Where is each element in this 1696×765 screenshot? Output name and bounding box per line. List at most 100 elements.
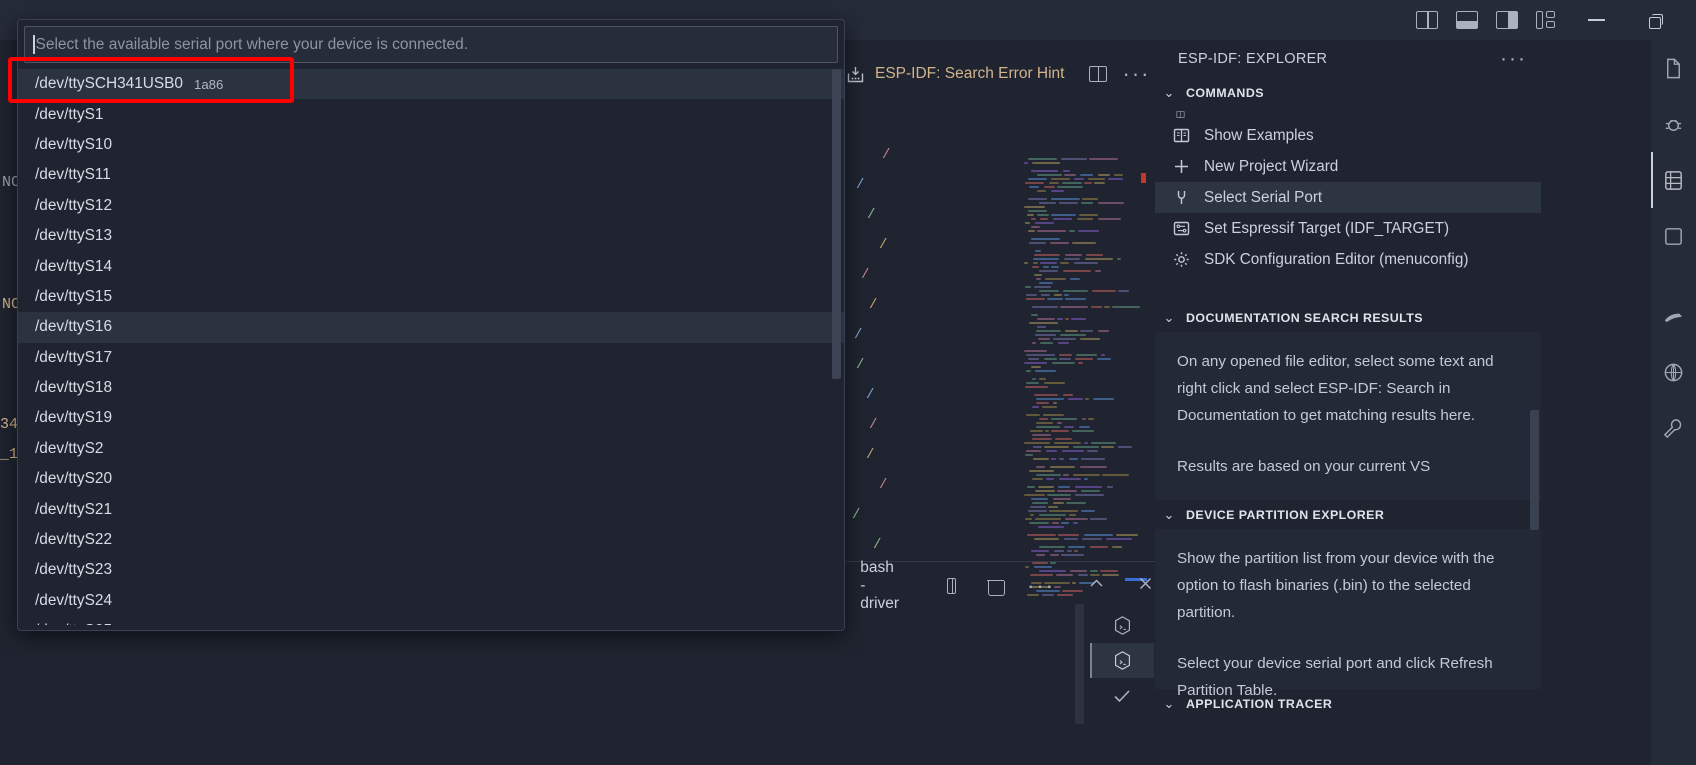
quick-pick-item-6[interactable]: /dev/ttyS14	[18, 251, 844, 281]
quick-pick-item-3[interactable]: /dev/ttyS11	[18, 160, 844, 190]
command-label: Set Espressif Target (IDF_TARGET)	[1204, 219, 1450, 237]
chevron-down-icon: ⌄	[1163, 84, 1175, 100]
maximize-panel-icon[interactable]	[1087, 574, 1106, 598]
command-show-examples[interactable]: Show Examples	[1155, 120, 1541, 151]
port-label: /dev/ttySCH341USB0	[35, 75, 183, 93]
activity-source-control-icon[interactable]	[1651, 152, 1696, 208]
quick-pick-item-7[interactable]: /dev/ttyS15	[18, 282, 844, 312]
port-label: /dev/ttyS23	[35, 561, 112, 579]
activity-explorer-icon[interactable]	[1651, 40, 1696, 96]
chevron-down-icon: ⌄	[1163, 506, 1175, 522]
port-label: /dev/ttyS16	[35, 318, 112, 336]
port-label: /dev/ttyS19	[35, 409, 112, 427]
panel-more-actions-icon[interactable]: ···	[1500, 48, 1527, 69]
terminal-tab-label[interactable]: bash - driver	[860, 559, 899, 613]
vscode-window: NC NC 34 _1 ); ); //////////////	[0, 0, 1696, 765]
terminal-list-item-2[interactable]	[1090, 643, 1154, 678]
split-terminal-icon[interactable]	[947, 578, 957, 594]
toggle-panel-icon[interactable]	[1456, 11, 1478, 29]
command-sdk-configuration-editor[interactable]: SDK Configuration Editor (menuconfig)	[1155, 244, 1541, 275]
terminal-scrollbar[interactable]	[1075, 604, 1084, 724]
editor-minimap[interactable]	[1022, 158, 1147, 598]
quick-pick-item-9[interactable]: /dev/ttyS17	[18, 343, 844, 373]
layout-controls	[1416, 11, 1558, 29]
chevron-down-icon: ⌄	[1163, 695, 1175, 711]
quick-pick-item-5[interactable]: /dev/ttyS13	[18, 221, 844, 251]
save-download-icon	[846, 65, 865, 84]
minimap-error-marker	[1141, 173, 1146, 183]
quick-pick-item-15[interactable]: /dev/ttyS22	[18, 525, 844, 555]
command-select-serial-port[interactable]: Select Serial Port	[1155, 182, 1541, 213]
kill-terminal-icon[interactable]	[987, 578, 1005, 596]
documentation-paragraph: Results are based on your current VS	[1177, 458, 1431, 475]
command-new-project-wizard[interactable]: New Project Wizard	[1155, 151, 1541, 182]
section-header-documentation-search-results[interactable]: ⌄ DOCUMENTATION SEARCH RESULTS	[1155, 303, 1541, 332]
command-label: New Project Wizard	[1204, 157, 1339, 175]
port-label: /dev/ttyS24	[35, 591, 112, 609]
terminal-more-actions-icon[interactable]: ···	[1027, 575, 1055, 597]
minimize-button[interactable]	[1588, 19, 1605, 21]
editor-tab-search-error-hint[interactable]: ESP-IDF: Search Error Hint	[836, 56, 1075, 92]
quick-pick-item-0[interactable]: /dev/ttySCH341USB0 1a86	[18, 69, 844, 100]
activity-bar	[1651, 40, 1696, 765]
quick-pick-input[interactable]: Select the available serial port where y…	[24, 26, 838, 63]
device-partition-explorer-body: Show the partition list from your device…	[1155, 529, 1541, 699]
quick-pick-item-16[interactable]: /dev/ttyS23	[18, 555, 844, 585]
commands-list: Show Examples New Project Wizard Select …	[1155, 107, 1541, 303]
quick-pick-item-1[interactable]: /dev/ttyS1	[18, 99, 844, 129]
port-label: /dev/ttyS17	[35, 348, 112, 366]
activity-debug-icon[interactable]	[1651, 96, 1696, 152]
quick-pick-item-8[interactable]: /dev/ttyS16	[18, 312, 844, 343]
port-label: /dev/ttyS22	[35, 531, 112, 549]
quick-pick-dialog: Select the available serial port where y…	[17, 19, 845, 631]
editor-tab-bar: ESP-IDF: Search Error Hint ···	[836, 56, 1155, 92]
section-header-commands[interactable]: ⌄ COMMANDS	[1155, 78, 1541, 107]
documentation-paragraph: On any opened file editor, select some t…	[1177, 353, 1494, 424]
activity-espressif-icon[interactable]	[1651, 288, 1696, 344]
quick-pick-scrollbar[interactable]	[832, 69, 841, 379]
quick-pick-item-12[interactable]: /dev/ttyS2	[18, 434, 844, 464]
quick-pick-item-14[interactable]: /dev/ttyS21	[18, 494, 844, 524]
split-editor-icon[interactable]	[1088, 66, 1107, 82]
port-meta: 1a86	[194, 76, 224, 92]
quick-pick-item-10[interactable]: /dev/ttyS18	[18, 373, 844, 403]
text-caret	[33, 35, 35, 54]
activity-extensions-icon[interactable]	[1651, 208, 1696, 264]
activity-tools-icon[interactable]	[1651, 400, 1696, 456]
quick-pick-item-4[interactable]: /dev/ttyS12	[18, 191, 844, 221]
chevron-down-icon: ⌄	[1163, 309, 1175, 325]
gear-icon	[1171, 249, 1192, 270]
terminal-list-item-3[interactable]	[1090, 678, 1154, 713]
panel-scrollbar[interactable]	[1530, 410, 1539, 530]
customize-layout-icon[interactable]	[1536, 11, 1558, 29]
commands-scrolled-item-partial-bottom[interactable]	[1155, 275, 1541, 284]
esp-idf-explorer-panel: ESP-IDF: EXPLORER ··· ⌄ COMMANDS Show Ex…	[1155, 40, 1541, 765]
commands-scrolled-item-partial[interactable]	[1155, 108, 1541, 120]
close-panel-icon[interactable]	[1136, 574, 1155, 598]
toggle-secondary-sidebar-icon[interactable]	[1496, 11, 1518, 29]
restore-button[interactable]	[1649, 13, 1663, 29]
editor-tab-label: ESP-IDF: Search Error Hint	[875, 65, 1065, 82]
port-label: /dev/ttyS14	[35, 257, 112, 275]
editor-more-actions-icon[interactable]: ···	[1123, 63, 1151, 85]
activity-remote-icon[interactable]	[1651, 344, 1696, 400]
documentation-search-results-body: On any opened file editor, select some t…	[1155, 332, 1541, 500]
quick-pick-item-17[interactable]: /dev/ttyS24	[18, 586, 844, 616]
command-set-espressif-target[interactable]: Set Espressif Target (IDF_TARGET)	[1155, 213, 1541, 244]
port-label: /dev/ttyS20	[35, 470, 112, 488]
port-label: /dev/ttyS21	[35, 500, 112, 518]
quick-pick-item-18[interactable]: /dev/ttyS25	[18, 616, 844, 625]
terminal-panel-bar: bash - driver ···	[836, 559, 1155, 612]
window-controls	[1588, 13, 1663, 29]
port-label: /dev/ttyS11	[35, 166, 111, 184]
quick-pick-item-2[interactable]: /dev/ttyS10	[18, 130, 844, 160]
quick-pick-item-11[interactable]: /dev/ttyS19	[18, 403, 844, 433]
terminal-list-item-1[interactable]	[1090, 608, 1154, 643]
editor-tab-actions: ···	[1088, 63, 1151, 85]
toggle-primary-sidebar-icon[interactable]	[1416, 11, 1438, 29]
plug-icon	[1171, 187, 1192, 208]
plus-icon	[1171, 156, 1192, 177]
port-label: /dev/ttyS18	[35, 379, 112, 397]
quick-pick-item-13[interactable]: /dev/ttyS20	[18, 464, 844, 494]
section-header-device-partition-explorer[interactable]: ⌄ DEVICE PARTITION EXPLORER	[1155, 500, 1541, 529]
